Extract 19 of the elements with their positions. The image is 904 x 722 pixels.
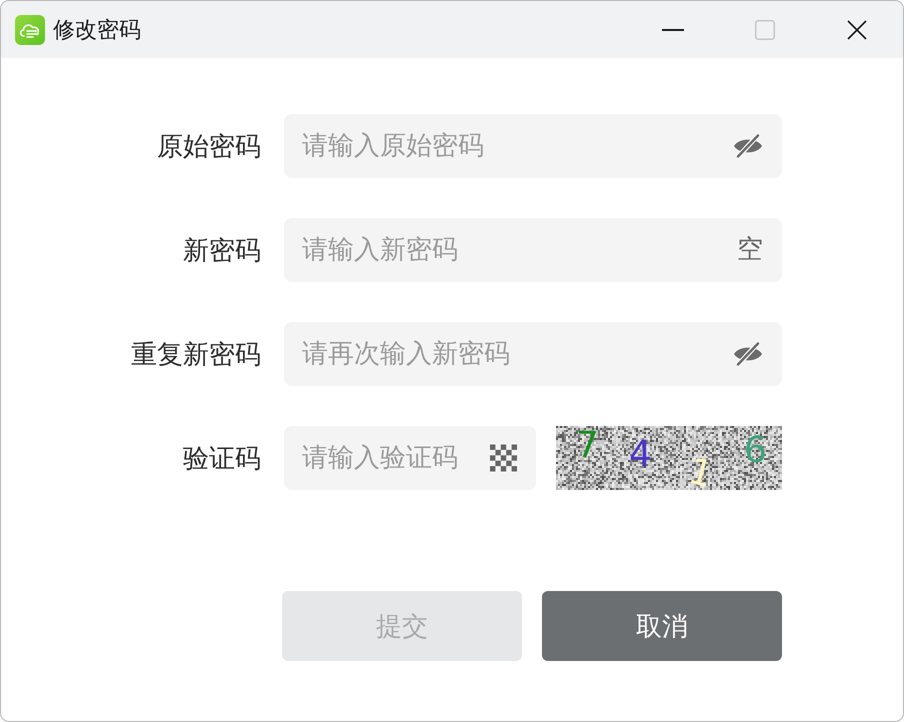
password-field[interactable]: 请输入原始密码 [284,114,782,178]
mosaic-icon[interactable] [490,444,517,472]
field-label: 重复新密码 [131,338,261,372]
password-field[interactable]: 请再次输入新密码 [284,322,782,386]
cancel-button[interactable]: 取消 [542,591,782,661]
field-label: 新密码 [183,234,261,268]
eye-off-icon[interactable] [733,134,763,158]
field-label: 验证码 [183,442,261,476]
maximize-icon [755,20,775,40]
eye-off-icon[interactable] [733,342,763,366]
captcha-digit: 1 [684,452,717,496]
close-icon [847,20,867,40]
window-title: 修改密码 [53,16,141,44]
minimize-icon [662,28,684,30]
field-label: 原始密码 [157,130,261,164]
suffix-label: 空 [737,234,763,266]
cloud-app-icon [15,14,45,44]
captcha-input-field[interactable]: 请输入验证码 [284,426,536,490]
captcha-image[interactable] [556,426,782,490]
